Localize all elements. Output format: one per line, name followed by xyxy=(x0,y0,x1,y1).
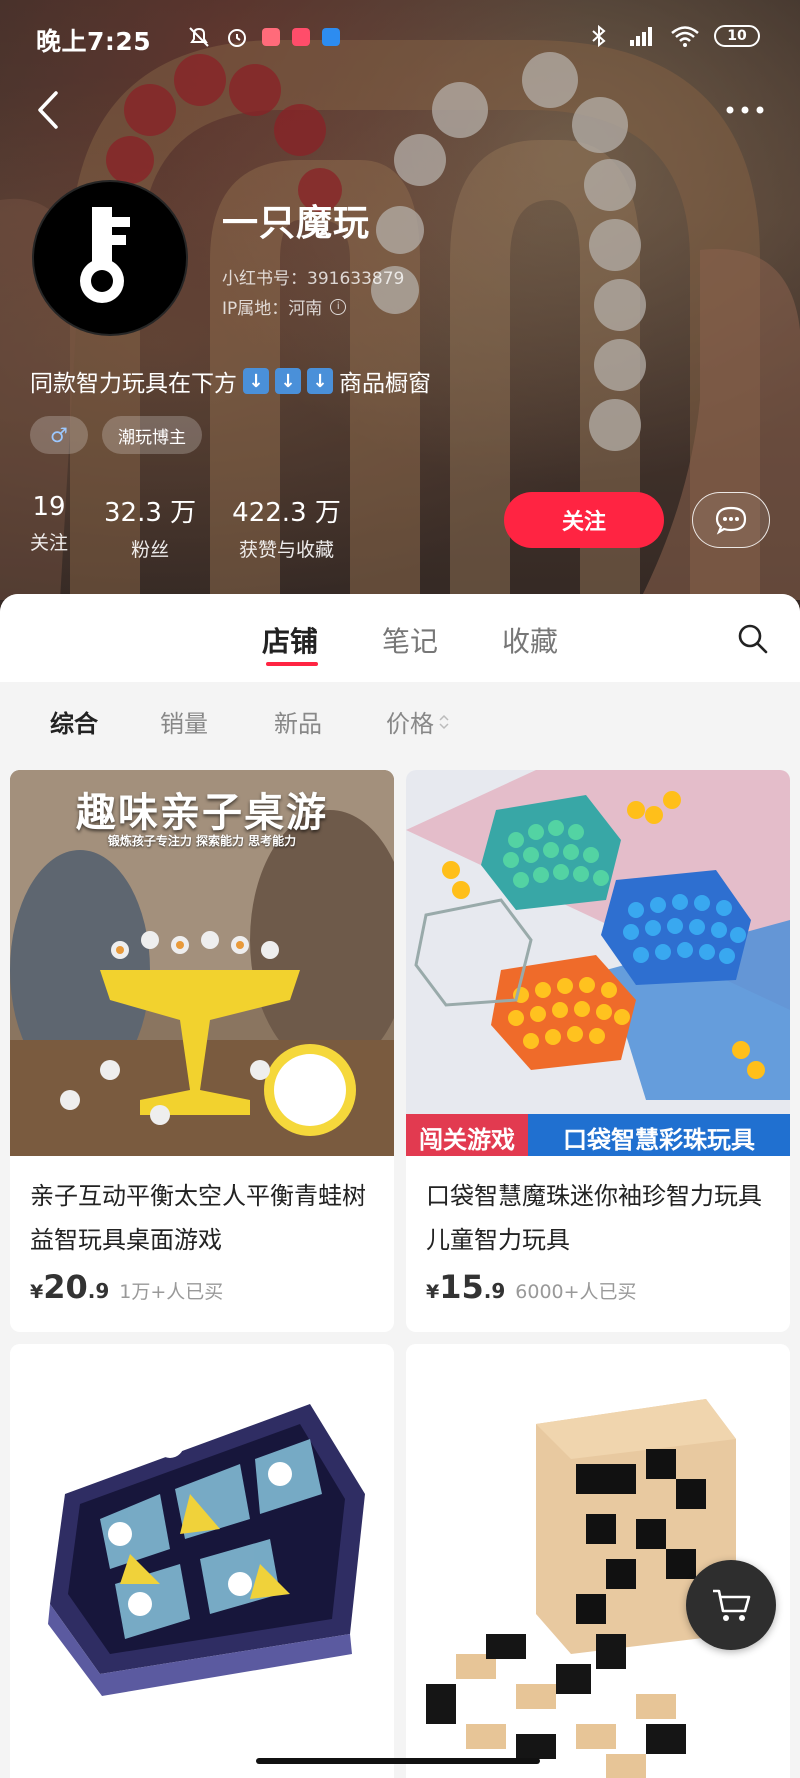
price-currency: ¥ xyxy=(30,1281,44,1303)
down-arrow-icon: ↓ xyxy=(275,368,301,394)
battery-indicator: 10 xyxy=(714,25,760,47)
status-left-icons xyxy=(186,24,340,50)
product-price: ¥15.9 xyxy=(426,1268,505,1306)
key-icon xyxy=(80,207,130,303)
ip-location-text: IP属地：河南 xyxy=(222,299,323,319)
stat-followers[interactable]: 32.3 万 粉丝 xyxy=(104,492,196,562)
chat-bubble-icon xyxy=(715,506,747,535)
product-image xyxy=(10,1344,394,1778)
bio-text: 同款智力玩具在下方 xyxy=(30,371,237,397)
signal-icon xyxy=(630,27,652,46)
product-image-caption: 趣味亲子桌游 xyxy=(76,790,328,836)
stat-value: 19 xyxy=(32,492,66,522)
tab-shop[interactable]: 店铺 xyxy=(262,620,318,660)
mute-bell-icon xyxy=(189,27,209,47)
home-indicator[interactable] xyxy=(256,1758,540,1764)
price-decimal: .9 xyxy=(87,1279,110,1303)
stat-following[interactable]: 19 关注 xyxy=(30,492,68,562)
price-currency: ¥ xyxy=(426,1281,440,1303)
product-title: 口袋智慧魔珠迷你袖珍智力玩具儿童智力玩具 xyxy=(426,1182,762,1254)
shopping-cart-icon xyxy=(713,1589,751,1621)
product-image-subcaption: 锻炼孩子专注力 探索能力 思考能力 xyxy=(107,834,297,848)
sort-filters: 综合 销量 新品 价格 xyxy=(0,682,800,760)
product-card[interactable]: 闯关游戏 口袋智慧彩珠玩具 口袋智慧魔珠迷你袖珍智力玩具儿童智力玩具 ¥15.9… xyxy=(406,770,790,1332)
avatar[interactable] xyxy=(32,180,188,336)
wifi-icon xyxy=(671,26,699,47)
product-price-row: ¥20.9 1万+人已买 xyxy=(10,1262,394,1306)
stat-label: 获赞与收藏 xyxy=(239,539,335,561)
product-sold-count: 1万+人已买 xyxy=(119,1281,224,1303)
profile-header: 晚上7:25 10 一只魔玩 小红书号：391633879 IP属地：河南 i … xyxy=(0,0,800,620)
role-tag[interactable]: 潮玩博主 xyxy=(102,416,202,454)
profile-tags: ♂ 潮玩博主 xyxy=(30,416,202,454)
status-bar: 晚上7:25 10 xyxy=(36,18,760,58)
bio-suffix-text: 商品橱窗 xyxy=(339,371,431,397)
product-image: 闯关游戏 口袋智慧彩珠玩具 xyxy=(406,770,790,1156)
sort-arrows-icon xyxy=(439,714,449,729)
product-sold-count: 6000+人已买 xyxy=(515,1281,637,1303)
upload-notification-icon xyxy=(322,28,340,46)
price-decimal: .9 xyxy=(483,1279,506,1303)
app-notification-icon xyxy=(292,28,310,46)
product-image-caption-left: 闯关游戏 xyxy=(419,1126,515,1154)
tab-notes[interactable]: 笔记 xyxy=(382,620,438,660)
filter-overall[interactable]: 综合 xyxy=(50,704,98,739)
filter-price-label: 价格 xyxy=(386,710,434,738)
status-time: 晚上7:25 xyxy=(36,27,152,56)
down-arrow-icon: ↓ xyxy=(243,368,269,394)
product-photo-pocket-beads xyxy=(406,770,790,1156)
app-notification-icon xyxy=(262,28,280,46)
tab-collections[interactable]: 收藏 xyxy=(502,620,558,660)
more-icon[interactable] xyxy=(720,95,770,125)
content-panel: 店铺 笔记 收藏 综合 销量 新品 价格 趣味亲子桌游 锻炼孩子专注力 探索能力… xyxy=(0,594,800,1778)
profile-tabs: 店铺 笔记 收藏 xyxy=(0,594,800,682)
stat-label: 粉丝 xyxy=(131,539,170,561)
stat-likes-collects[interactable]: 422.3 万 获赞与收藏 xyxy=(232,492,341,562)
product-photo-ghost-puzzle xyxy=(10,1344,394,1778)
stat-label: 关注 xyxy=(30,532,69,554)
filter-new[interactable]: 新品 xyxy=(274,704,322,739)
cart-button[interactable] xyxy=(686,1560,776,1650)
profile-ip-location: IP属地：河南 i xyxy=(222,294,347,319)
filter-price[interactable]: 价格 xyxy=(386,704,450,739)
gender-tag: ♂ xyxy=(30,416,88,454)
alarm-icon xyxy=(228,29,246,47)
profile-id: 小红书号：391633879 xyxy=(222,269,405,289)
male-icon: ♂ xyxy=(50,423,68,447)
profile-name: 一只魔玩 xyxy=(222,203,371,244)
product-price-row: ¥15.9 6000+人已买 xyxy=(406,1262,790,1306)
product-title: 亲子互动平衡太空人平衡青蛙树益智玩具桌面游戏 xyxy=(30,1182,366,1254)
product-card[interactable] xyxy=(10,1344,394,1778)
price-integer: 15 xyxy=(439,1268,484,1306)
bluetooth-icon xyxy=(592,24,606,48)
profile-stats: 19 关注 32.3 万 粉丝 422.3 万 获赞与收藏 xyxy=(30,492,341,562)
filter-sales[interactable]: 销量 xyxy=(160,704,208,739)
back-icon[interactable] xyxy=(30,85,70,135)
down-arrow-icon: ↓ xyxy=(307,368,333,394)
product-price: ¥20.9 xyxy=(30,1268,109,1306)
message-button[interactable] xyxy=(692,492,770,548)
search-icon[interactable] xyxy=(736,622,770,656)
info-icon[interactable]: i xyxy=(330,298,347,315)
product-card[interactable]: 趣味亲子桌游 锻炼孩子专注力 探索能力 思考能力 亲子互动平衡太空人平衡青蛙树益… xyxy=(10,770,394,1332)
product-image-caption-right: 口袋智慧彩珠玩具 xyxy=(563,1126,755,1154)
tab-active-indicator xyxy=(266,662,318,666)
product-image: 趣味亲子桌游 锻炼孩子专注力 探索能力 思考能力 xyxy=(10,770,394,1156)
status-right-icons: 10 xyxy=(588,24,760,48)
follow-button[interactable]: 关注 xyxy=(504,492,664,548)
stat-value: 32.3 万 xyxy=(104,498,197,528)
price-integer: 20 xyxy=(43,1268,88,1306)
profile-bio: 同款智力玩具在下方 ↓ ↓ ↓ 商品橱窗 xyxy=(30,364,431,398)
stat-value: 422.3 万 xyxy=(232,498,341,528)
